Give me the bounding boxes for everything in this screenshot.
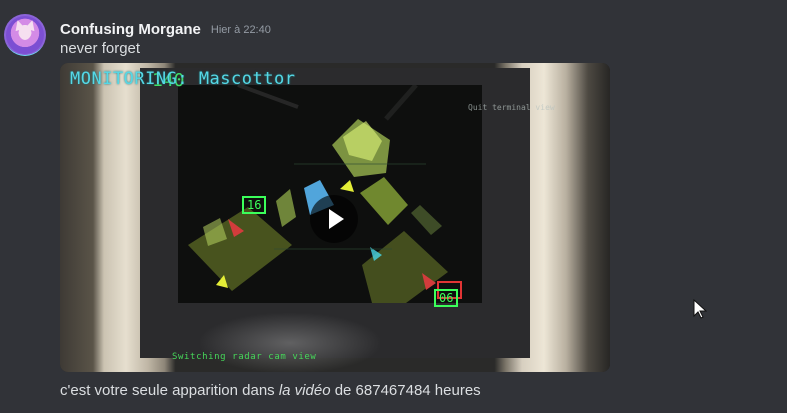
- next-message: c'est votre seule apparition dans la vid…: [60, 382, 481, 399]
- screen-label-bottom: 06: [434, 289, 459, 307]
- next-message-emphasis: la vidéo: [278, 382, 331, 399]
- timestamp: Hier à 22:40: [210, 24, 271, 36]
- play-button[interactable]: [310, 195, 358, 243]
- screen-title: MONITORING: Mascottor: [70, 69, 296, 89]
- message-content: never forget: [60, 40, 141, 57]
- next-message-part-before: c'est votre seule apparition dans: [60, 382, 279, 399]
- cursor-icon: [693, 299, 707, 319]
- video-embed[interactable]: 140 MONITORING: Mascottor Quit terminal …: [60, 63, 610, 372]
- screen-hint: Quit terminal view: [468, 103, 555, 112]
- next-message-part-after: de 687467484 heures: [330, 382, 481, 399]
- message-header: Confusing Morgane Hier à 22:40: [60, 19, 271, 38]
- username[interactable]: Confusing Morgane: [60, 21, 201, 38]
- video-screen: [178, 85, 482, 303]
- avatar-face-icon: [19, 25, 31, 40]
- video-bottom-light: [200, 313, 380, 372]
- play-icon: [329, 209, 344, 229]
- chat-message: Confusing Morgane Hier à 22:40 never for…: [0, 0, 787, 380]
- video-caption: Switching radar cam view: [172, 352, 317, 362]
- avatar[interactable]: [4, 14, 46, 56]
- screen-label-top: 16: [242, 196, 267, 214]
